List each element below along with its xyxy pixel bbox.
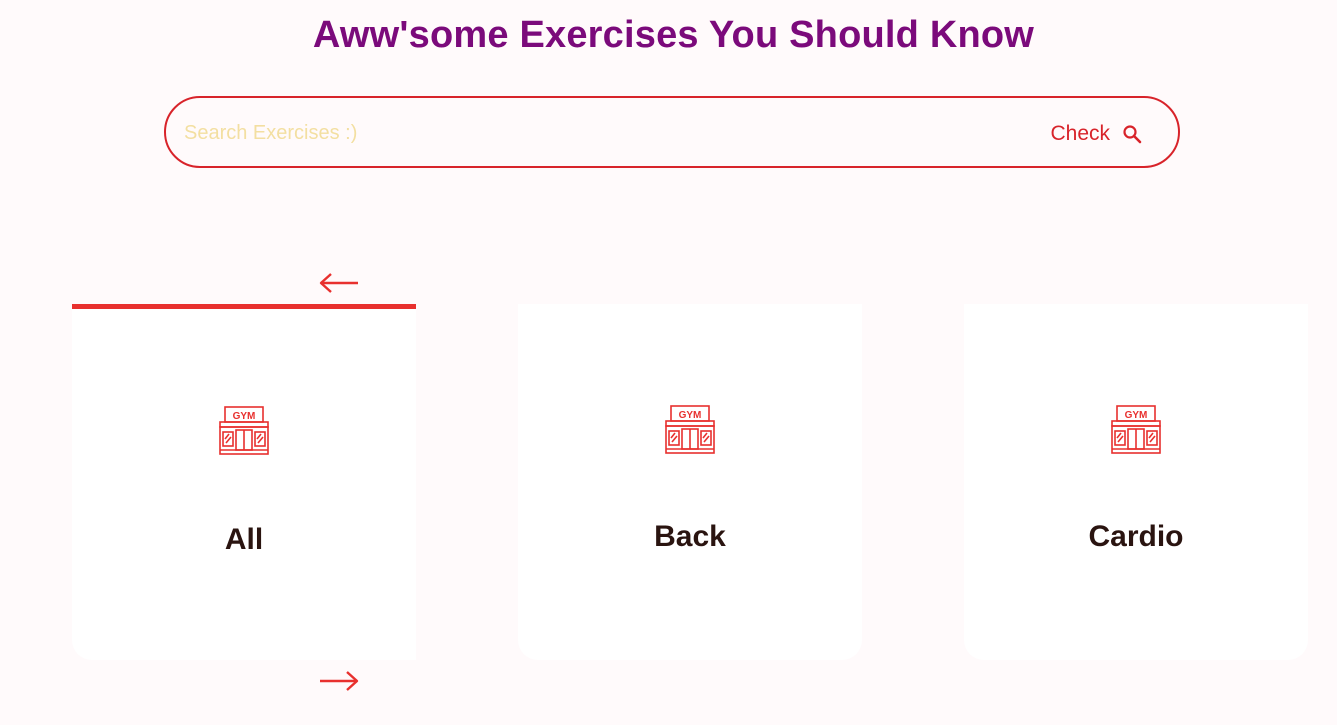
svg-text:GYM: GYM (679, 410, 702, 421)
svg-text:GYM: GYM (1125, 410, 1148, 421)
category-label: All (224, 523, 264, 556)
arrow-right-icon[interactable] (318, 669, 360, 693)
category-card-cardio[interactable]: GYM Cardio (964, 304, 1308, 660)
category-label: Back (654, 520, 726, 553)
page-title: Aww'some Exercises You Should Know (312, 14, 1035, 56)
category-card-back[interactable]: GYM Back (518, 304, 862, 660)
category-label: Cardio (1088, 520, 1184, 553)
search-bar: Check (164, 96, 1180, 168)
category-card-all[interactable]: GYM All (72, 304, 416, 660)
svg-text:GYM: GYM (233, 411, 256, 422)
check-button-label: Check (1050, 122, 1110, 145)
search-icon (1122, 124, 1142, 144)
gym-icon: GYM (664, 404, 716, 456)
gym-icon: GYM (218, 405, 270, 457)
arrow-left-icon[interactable] (318, 271, 360, 295)
page: Aww'some Exercises You Should Know Check (0, 0, 1337, 725)
gym-icon: GYM (1110, 404, 1162, 456)
search-input[interactable] (184, 116, 1004, 150)
check-button[interactable]: Check (1050, 117, 1142, 151)
